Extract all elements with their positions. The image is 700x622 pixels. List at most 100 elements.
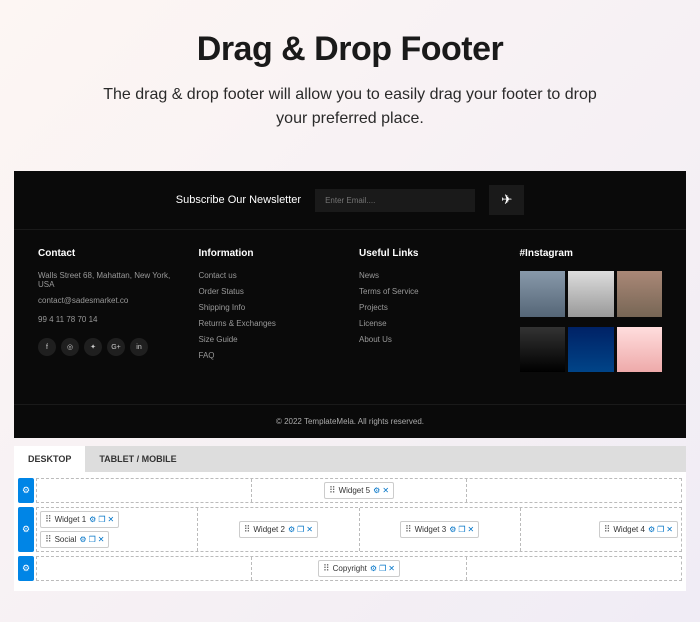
- list-item[interactable]: FAQ: [199, 351, 342, 360]
- widget-3[interactable]: ⠿Widget 3⚙❐✕: [400, 521, 479, 538]
- newsletter-title: Subscribe Our Newsletter: [176, 194, 301, 206]
- list-item[interactable]: Contact us: [199, 271, 342, 280]
- builder-cell[interactable]: [37, 557, 252, 580]
- page-subtitle: The drag & drop footer will allow you to…: [100, 83, 600, 131]
- duplicate-icon[interactable]: ❐: [98, 515, 105, 524]
- gear-icon: ⚙: [22, 563, 30, 574]
- row-settings-button[interactable]: ⚙: [18, 507, 34, 552]
- contact-address: Walls Street 68, Mahattan, New York, USA: [38, 271, 181, 289]
- widget-2[interactable]: ⠿Widget 2⚙❐✕: [239, 521, 318, 538]
- linkedin-icon[interactable]: in: [130, 338, 148, 356]
- list-item[interactable]: News: [359, 271, 502, 280]
- list-item[interactable]: About Us: [359, 335, 502, 344]
- drag-handle-icon: ⠿: [45, 514, 52, 525]
- builder-cell[interactable]: ⠿Widget 2⚙❐✕: [198, 508, 359, 551]
- drag-handle-icon: ⠿: [604, 524, 611, 535]
- duplicate-icon[interactable]: ❐: [297, 525, 304, 534]
- close-icon[interactable]: ✕: [108, 515, 115, 524]
- instagram-image[interactable]: [520, 327, 566, 373]
- gear-icon[interactable]: ⚙: [373, 486, 380, 495]
- gear-icon: ⚙: [22, 485, 30, 496]
- contact-column: Contact Walls Street 68, Mahattan, New Y…: [38, 248, 181, 386]
- instagram-image[interactable]: [568, 271, 614, 317]
- list-item[interactable]: Order Status: [199, 287, 342, 296]
- list-item[interactable]: Shipping Info: [199, 303, 342, 312]
- close-icon[interactable]: ✕: [666, 525, 673, 534]
- copyright-text: © 2022 TemplateMela. All rights reserved…: [14, 404, 686, 438]
- builder-cell[interactable]: [467, 557, 681, 580]
- contact-email: contact@sadesmarket.co: [38, 296, 181, 305]
- duplicate-icon[interactable]: ❐: [458, 525, 465, 534]
- widget-copyright[interactable]: ⠿Copyright⚙❐✕: [318, 560, 400, 577]
- information-column: Information Contact us Order Status Ship…: [199, 248, 342, 386]
- builder-cell[interactable]: ⠿Widget 1⚙❐✕ ⠿Social⚙❐✕: [37, 508, 198, 551]
- drag-handle-icon: ⠿: [244, 524, 251, 535]
- gear-icon: ⚙: [22, 524, 30, 535]
- instagram-heading: #Instagram: [520, 248, 663, 259]
- drag-handle-icon: ⠿: [329, 485, 336, 496]
- contact-phone: 99 4 11 78 70 14: [38, 315, 181, 324]
- builder-cell[interactable]: [37, 479, 252, 502]
- list-item[interactable]: Projects: [359, 303, 502, 312]
- facebook-icon[interactable]: f: [38, 338, 56, 356]
- duplicate-icon[interactable]: ❐: [89, 535, 96, 544]
- gear-icon[interactable]: ⚙: [89, 515, 96, 524]
- close-icon[interactable]: ✕: [388, 564, 395, 573]
- useful-links-heading: Useful Links: [359, 248, 502, 259]
- builder-cell[interactable]: [467, 479, 681, 502]
- widget-label: Widget 2: [253, 525, 285, 534]
- close-icon[interactable]: ✕: [98, 535, 105, 544]
- row-settings-button[interactable]: ⚙: [18, 478, 34, 503]
- gear-icon[interactable]: ⚙: [449, 525, 456, 534]
- builder-cell[interactable]: ⠿Widget 3⚙❐✕: [360, 508, 521, 551]
- widget-label: Widget 1: [55, 515, 87, 524]
- widget-4[interactable]: ⠿Widget 4⚙❐✕: [599, 521, 678, 538]
- duplicate-icon[interactable]: ❐: [657, 525, 664, 534]
- instagram-image[interactable]: [520, 271, 566, 317]
- list-item[interactable]: Returns & Exchanges: [199, 319, 342, 328]
- instagram-image[interactable]: [568, 327, 614, 373]
- close-icon[interactable]: ✕: [382, 486, 389, 495]
- twitter-icon[interactable]: ✦: [84, 338, 102, 356]
- widget-label: Copyright: [333, 564, 367, 573]
- googleplus-icon[interactable]: G+: [107, 338, 125, 356]
- builder-cell[interactable]: ⠿Widget 4⚙❐✕: [521, 508, 681, 551]
- useful-links-column: Useful Links News Terms of Service Proje…: [359, 248, 502, 386]
- drag-handle-icon: ⠿: [323, 563, 330, 574]
- send-icon: ✈: [501, 192, 512, 207]
- tab-desktop[interactable]: DESKTOP: [14, 446, 85, 472]
- widget-label: Widget 5: [339, 486, 371, 495]
- widget-label: Social: [55, 535, 77, 544]
- newsletter-submit-button[interactable]: ✈: [489, 185, 524, 215]
- footer-preview: Subscribe Our Newsletter ✈ Contact Walls…: [14, 171, 686, 438]
- widget-5[interactable]: ⠿Widget 5⚙✕: [324, 482, 394, 499]
- builder-cell[interactable]: ⠿Widget 5⚙✕: [252, 479, 467, 502]
- information-heading: Information: [199, 248, 342, 259]
- builder-cell[interactable]: ⠿Copyright⚙❐✕: [252, 557, 467, 580]
- row-settings-button[interactable]: ⚙: [18, 556, 34, 581]
- gear-icon[interactable]: ⚙: [370, 564, 377, 573]
- widget-label: Widget 4: [613, 525, 645, 534]
- drag-handle-icon: ⠿: [45, 534, 52, 545]
- newsletter-email-input[interactable]: [315, 189, 475, 212]
- gear-icon[interactable]: ⚙: [648, 525, 655, 534]
- instagram-image[interactable]: [617, 327, 663, 373]
- drag-handle-icon: ⠿: [405, 524, 412, 535]
- close-icon[interactable]: ✕: [306, 525, 313, 534]
- footer-builder: DESKTOP TABLET / MOBILE ⚙ ⠿Widget 5⚙✕ ⚙ …: [14, 446, 686, 591]
- widget-1[interactable]: ⠿Widget 1⚙❐✕: [40, 511, 119, 528]
- instagram-icon[interactable]: ◎: [61, 338, 79, 356]
- tab-tablet-mobile[interactable]: TABLET / MOBILE: [85, 446, 190, 472]
- list-item[interactable]: Terms of Service: [359, 287, 502, 296]
- list-item[interactable]: License: [359, 319, 502, 328]
- duplicate-icon[interactable]: ❐: [379, 564, 386, 573]
- widget-social[interactable]: ⠿Social⚙❐✕: [40, 531, 109, 548]
- page-title: Drag & Drop Footer: [50, 30, 650, 69]
- gear-icon[interactable]: ⚙: [288, 525, 295, 534]
- close-icon[interactable]: ✕: [468, 525, 475, 534]
- gear-icon[interactable]: ⚙: [79, 535, 86, 544]
- instagram-image[interactable]: [617, 271, 663, 317]
- list-item[interactable]: Size Guide: [199, 335, 342, 344]
- instagram-column: #Instagram: [520, 248, 663, 386]
- widget-label: Widget 3: [415, 525, 447, 534]
